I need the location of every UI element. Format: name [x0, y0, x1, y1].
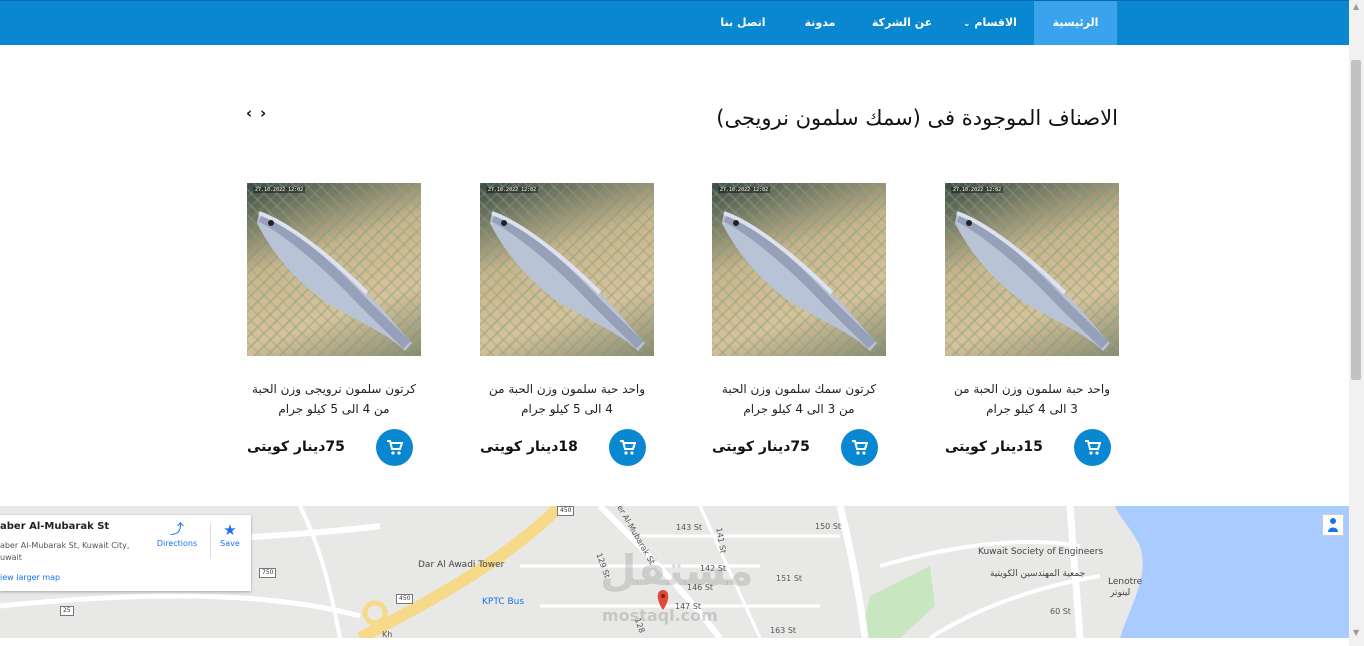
scroll-up-icon[interactable]: ▲ — [1353, 2, 1359, 11]
add-to-cart-button[interactable] — [609, 429, 646, 466]
embedded-map[interactable]: 143 St 142 St 146 St 147 St 150 St 151 S… — [0, 506, 1349, 638]
road-shield: 750 — [259, 568, 277, 578]
product-image[interactable]: 27.10.2022 12:02 — [945, 183, 1119, 356]
road-shield: 25 — [60, 606, 74, 616]
nav-blog[interactable]: مدونة — [792, 1, 848, 45]
poi-label: Kuwait Society of Engineers — [978, 547, 1104, 557]
add-to-cart-button[interactable] — [841, 429, 878, 466]
poi-label: جمعية المهندسين الكويتية — [990, 569, 1086, 579]
product-card[interactable]: 27.10.2022 12:02 واحد حبة سلمون وزن الحب… — [945, 183, 1119, 469]
street-label: Kh — [382, 630, 393, 638]
directions-button[interactable]: ⤴ Directions — [154, 521, 200, 548]
nav-contact[interactable]: اتصل بنا — [712, 1, 774, 45]
save-button[interactable]: ★ Save — [214, 521, 246, 548]
product-image[interactable]: 27.10.2022 12:02 — [712, 183, 886, 356]
directions-icon: ⤴ — [170, 522, 184, 538]
product-description: واحد حبة سلمون وزن الحبة من 4 الى 5 كيلو… — [488, 382, 646, 416]
scroll-thumb[interactable] — [1351, 60, 1361, 380]
nav-about[interactable]: عن الشركة — [866, 1, 938, 45]
chevron-down-icon: ⌄ — [963, 19, 971, 29]
poi-label: Dar Al Awadi Tower — [418, 560, 505, 570]
street-label: 163 St — [770, 626, 797, 635]
add-to-cart-button[interactable] — [1074, 429, 1111, 466]
scroll-down-icon[interactable]: ▼ — [1353, 628, 1359, 637]
top-navbar: الرئيسية ⌄ الاقسام عن الشركة مدونة اتصل … — [0, 0, 1349, 45]
cart-icon — [1085, 440, 1101, 455]
product-card[interactable]: 27.10.2022 12:02 كرتون سلمون نرويجى وزن … — [247, 183, 421, 469]
save-label: Save — [220, 539, 240, 548]
street-label: 60 St — [1050, 607, 1071, 616]
map-place-card: aber Al-Mubarak St aber Al-Mubarak St, K… — [0, 515, 251, 591]
cart-icon — [852, 440, 868, 455]
poi-label: Lenotre — [1108, 577, 1143, 587]
section-title: الاصناف الموجودة فى (سمك سلمون نرويجى) — [716, 106, 1118, 130]
product-price: 75دينار كويتى — [247, 439, 345, 455]
product-image[interactable]: 27.10.2022 12:02 — [247, 183, 421, 356]
divider — [210, 523, 211, 559]
page-scrollbar[interactable]: ▲ ▼ — [1349, 0, 1364, 646]
product-description: واحد حبة سلمون وزن الحبة من 3 الى 4 كيلو… — [953, 382, 1111, 416]
product-description: كرتون سمك سلمون وزن الحبة من 3 الى 4 كيل… — [721, 382, 877, 416]
watermark-url: mostaql.com — [602, 606, 718, 625]
place-name: aber Al-Mubarak St — [0, 521, 110, 532]
watermark: مستقل — [600, 546, 754, 595]
product-image[interactable]: 27.10.2022 12:02 — [480, 183, 654, 356]
road-shield: 450 — [557, 506, 575, 516]
product-description: كرتون سلمون نرويجى وزن الحبة من 4 الى 5 … — [252, 382, 416, 416]
poi-label: لينوتر — [1110, 588, 1131, 598]
view-larger-map-link[interactable]: iew larger map — [0, 573, 60, 582]
poi-label: KPTC Bus — [482, 597, 525, 607]
product-card[interactable]: 27.10.2022 12:02 كرتون سمك سلمون وزن الح… — [712, 183, 886, 469]
add-to-cart-button[interactable] — [376, 429, 413, 466]
cart-icon — [620, 440, 636, 455]
street-label: 150 St — [815, 522, 842, 531]
street-label: 151 St — [776, 574, 803, 583]
product-price: 75دينار كويتى — [712, 439, 810, 455]
street-view-pegman-icon[interactable] — [1322, 514, 1344, 536]
nav-home[interactable]: الرئيسية — [1034, 1, 1117, 45]
nav-categories[interactable]: ⌄ الاقسام — [955, 1, 1023, 45]
place-address: aber Al-Mubarak St, Kuwait City, uwait — [0, 541, 130, 562]
nav-categories-label: الاقسام — [974, 16, 1017, 29]
carousel-next-arrow[interactable]: › — [260, 104, 274, 122]
product-price: 18دينار كويتى — [480, 439, 578, 455]
directions-label: Directions — [156, 539, 198, 548]
star-icon: ★ — [223, 521, 237, 539]
product-price: 15دينار كويتى — [945, 439, 1043, 455]
carousel-prev-arrow[interactable]: ‹ — [246, 104, 260, 122]
road-shield: 450 — [396, 594, 414, 604]
street-label: 143 St — [676, 523, 703, 532]
carousel-controls: ‹ › — [246, 104, 274, 122]
cart-icon — [387, 440, 403, 455]
product-card[interactable]: 27.10.2022 12:02 واحد حبة سلمون وزن الحب… — [480, 183, 654, 469]
